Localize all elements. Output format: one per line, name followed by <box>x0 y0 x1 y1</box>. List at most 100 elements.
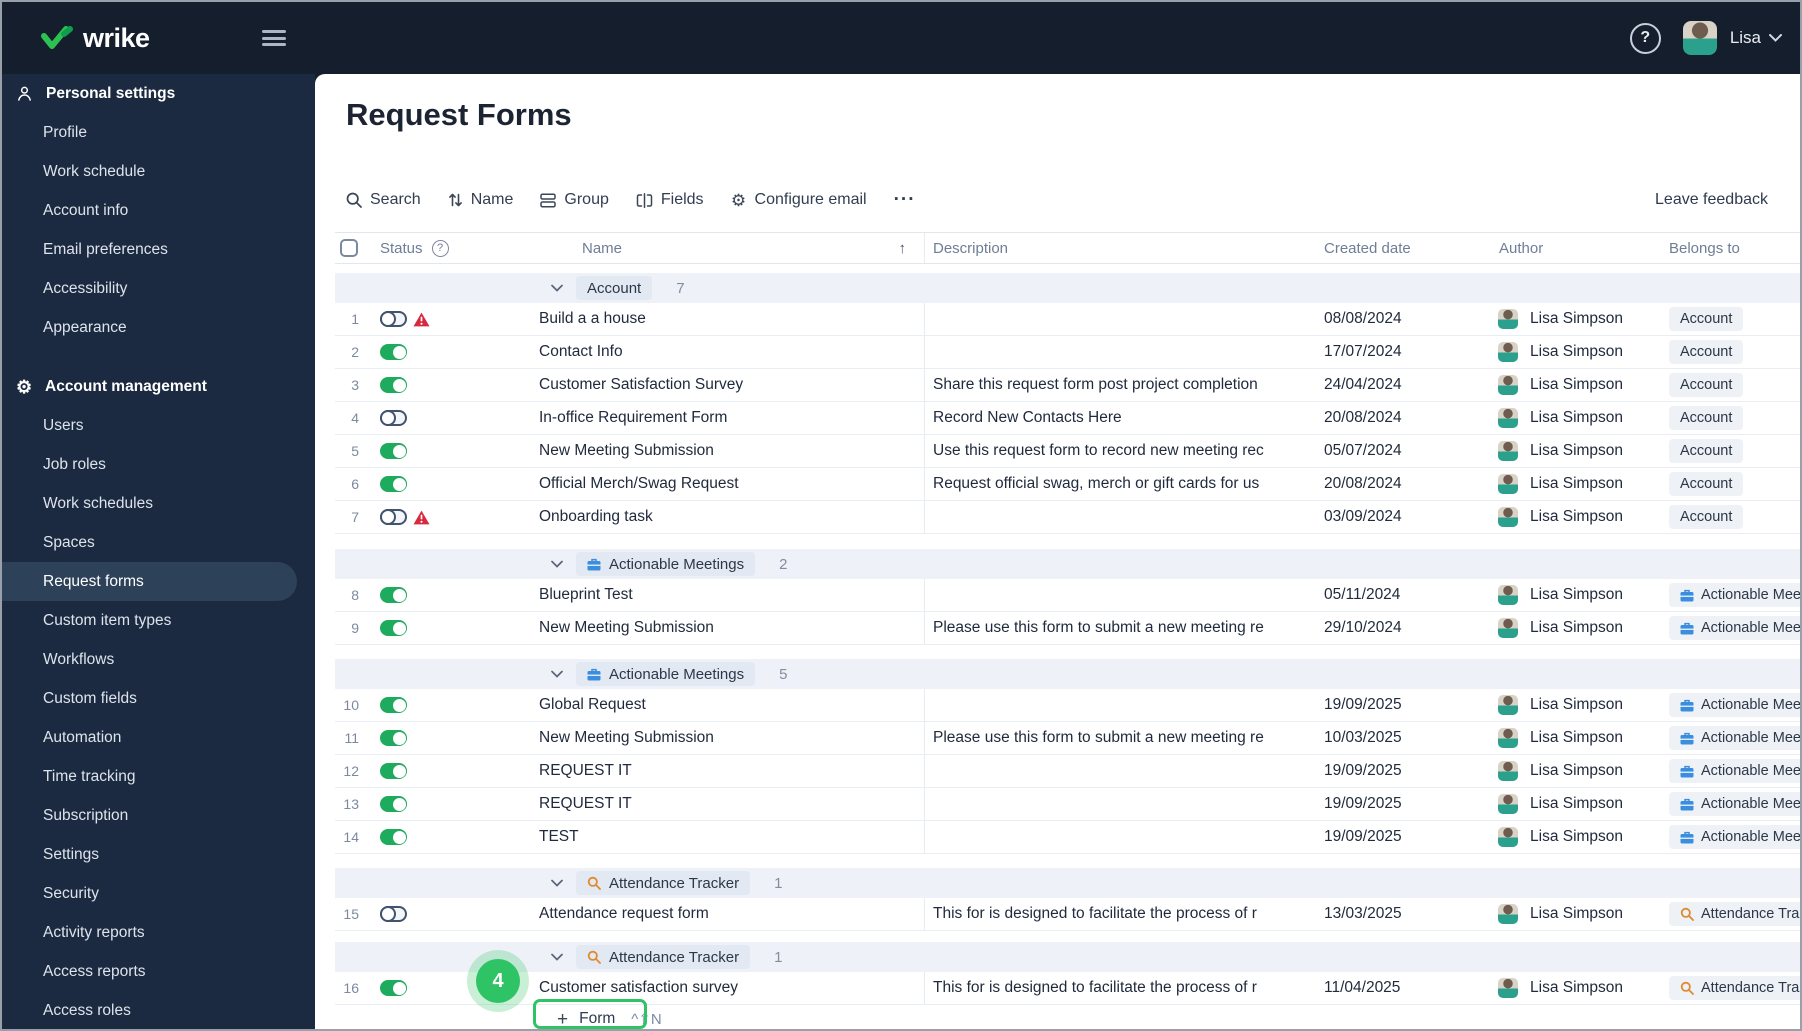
sidebar-item-work-schedules[interactable]: Work schedules <box>2 484 315 523</box>
form-name[interactable]: New Meeting Submission <box>529 442 924 460</box>
sidebar-item-custom-item-types[interactable]: Custom item types <box>2 601 315 640</box>
sidebar-item-users[interactable]: Users <box>2 406 315 445</box>
table-row[interactable]: 7 Onboarding task 03/09/2024 Lisa Simpson Ac… <box>335 501 1800 534</box>
sidebar-section-account-management[interactable]: ⚙ Account management <box>2 367 315 406</box>
chevron-down-icon[interactable] <box>1769 34 1782 42</box>
more-options-button[interactable]: ··· <box>894 189 916 211</box>
column-header-name[interactable]: Name ↑ <box>529 233 924 263</box>
sidebar-item-account-info[interactable]: Account info <box>2 191 315 230</box>
sidebar-item-accessibility[interactable]: Accessibility <box>2 269 315 308</box>
form-name[interactable]: Blueprint Test <box>529 586 924 604</box>
form-name[interactable]: Customer Satisfaction Survey <box>529 376 924 394</box>
group-header[interactable]: Attendance Tracker 1 <box>335 868 1800 898</box>
form-name[interactable]: Build a a house <box>529 310 924 328</box>
status-toggle[interactable] <box>380 509 407 525</box>
status-toggle[interactable] <box>380 796 407 812</box>
column-header-author[interactable]: Author <box>1489 240 1659 257</box>
group-pill[interactable]: Attendance Tracker <box>576 945 751 969</box>
status-toggle[interactable] <box>380 476 407 492</box>
table-row[interactable]: 12 REQUEST IT 19/09/2025 Lisa Simpson Action… <box>335 755 1800 788</box>
table-row[interactable]: 15 Attendance request form This for is des… <box>335 898 1800 931</box>
status-help-icon[interactable]: ? <box>431 239 449 257</box>
sidebar-item-spaces[interactable]: Spaces <box>2 523 315 562</box>
wrike-logo[interactable]: wrike <box>40 23 150 54</box>
status-toggle[interactable] <box>380 311 407 327</box>
form-name[interactable]: REQUEST IT <box>529 795 924 813</box>
chevron-down-icon[interactable] <box>551 284 563 292</box>
group-header[interactable]: Actionable Meetings 2 <box>335 549 1800 579</box>
table-row[interactable]: 2 Contact Info 17/07/2024 Lisa Simpson Accou… <box>335 336 1800 369</box>
help-icon[interactable]: ? <box>1629 22 1661 54</box>
add-form-button[interactable]: Form <box>579 1010 615 1028</box>
sidebar-item-appearance[interactable]: Appearance <box>2 308 315 347</box>
status-toggle[interactable] <box>380 587 407 603</box>
column-header-created-date[interactable]: Created date <box>1314 240 1489 257</box>
hamburger-menu-icon[interactable] <box>261 30 286 46</box>
table-row[interactable]: 5 New Meeting Submission Use this request … <box>335 435 1800 468</box>
leave-feedback-link[interactable]: Leave feedback <box>1655 191 1768 209</box>
table-row[interactable]: 8 Blueprint Test 05/11/2024 Lisa Simpson Act… <box>335 579 1800 612</box>
form-name[interactable]: Onboarding task <box>529 508 924 526</box>
sidebar-item-email-preferences[interactable]: Email preferences <box>2 230 315 269</box>
sidebar-item-time-tracking[interactable]: Time tracking <box>2 757 315 796</box>
status-toggle[interactable] <box>380 620 407 636</box>
table-row[interactable]: 6 Official Merch/Swag Request Request offi… <box>335 468 1800 501</box>
search-button[interactable]: Search <box>346 191 421 209</box>
group-pill[interactable]: Actionable Meetings <box>576 662 756 686</box>
table-row[interactable]: 14 TEST 19/09/2025 Lisa Simpson Actionable M… <box>335 821 1800 854</box>
status-toggle[interactable] <box>380 730 407 746</box>
sort-ascending-icon[interactable]: ↑ <box>899 240 907 257</box>
form-name[interactable]: Customer satisfaction survey <box>529 979 924 997</box>
sidebar-item-custom-fields[interactable]: Custom fields <box>2 679 315 718</box>
sidebar-item-job-roles[interactable]: Job roles <box>2 445 315 484</box>
sidebar-item-profile[interactable]: Profile <box>2 113 315 152</box>
sort-button[interactable]: Name <box>448 191 513 209</box>
configure-email-button[interactable]: ⚙ Configure email <box>731 191 867 209</box>
chevron-down-icon[interactable] <box>551 670 563 678</box>
sidebar-item-access-roles[interactable]: Access roles <box>2 991 315 1029</box>
avatar[interactable] <box>1682 21 1717 55</box>
group-button[interactable]: Group <box>540 191 609 209</box>
group-pill[interactable]: Attendance Tracker <box>576 871 751 895</box>
form-name[interactable]: In-office Requirement Form <box>529 409 924 427</box>
sidebar-item-work-schedule[interactable]: Work schedule <box>2 152 315 191</box>
sidebar-item-automation[interactable]: Automation <box>2 718 315 757</box>
table-row[interactable]: 9 New Meeting Submission Please use this f… <box>335 612 1800 645</box>
status-toggle[interactable] <box>380 410 407 426</box>
table-row[interactable]: 13 REQUEST IT 19/09/2025 Lisa Simpson Action… <box>335 788 1800 821</box>
chevron-down-icon[interactable] <box>551 879 563 887</box>
status-toggle[interactable] <box>380 906 407 922</box>
form-name[interactable]: TEST <box>529 828 924 846</box>
column-header-status[interactable]: Status ? <box>370 239 529 257</box>
table-row[interactable]: 3 Customer Satisfaction Survey Share this … <box>335 369 1800 402</box>
fields-button[interactable]: Fields <box>636 191 704 209</box>
status-toggle[interactable] <box>380 697 407 713</box>
form-name[interactable]: Contact Info <box>529 343 924 361</box>
user-name[interactable]: Lisa <box>1730 28 1761 48</box>
group-pill[interactable]: Actionable Meetings <box>576 552 756 576</box>
group-header[interactable]: Attendance Tracker 1 <box>335 942 1800 972</box>
table-row[interactable]: 11 New Meeting Submission Please use this … <box>335 722 1800 755</box>
sidebar-item-request-forms[interactable]: Request forms <box>2 562 297 601</box>
chevron-down-icon[interactable] <box>551 560 563 568</box>
group-pill[interactable]: Account <box>576 276 653 300</box>
column-header-belongs-to[interactable]: Belongs to <box>1659 240 1800 257</box>
form-name[interactable]: Global Request <box>529 696 924 714</box>
table-row[interactable]: 16 Customer satisfaction survey This for i… <box>335 972 1800 1005</box>
form-name[interactable]: Attendance request form <box>529 905 924 923</box>
sidebar-item-settings[interactable]: Settings <box>2 835 315 874</box>
add-form-row[interactable]: + Form ^⇧N <box>335 1005 1800 1029</box>
group-header[interactable]: Account 7 <box>335 273 1800 303</box>
table-row[interactable]: 1 Build a a house 08/08/2024 Lisa Simpson Ac… <box>335 303 1800 336</box>
status-toggle[interactable] <box>380 829 407 845</box>
table-row[interactable]: 10 Global Request 19/09/2025 Lisa Simpson Ac… <box>335 689 1800 722</box>
form-name[interactable]: New Meeting Submission <box>529 729 924 747</box>
status-toggle[interactable] <box>380 443 407 459</box>
status-toggle[interactable] <box>380 980 407 996</box>
sidebar-item-workflows[interactable]: Workflows <box>2 640 315 679</box>
form-name[interactable]: New Meeting Submission <box>529 619 924 637</box>
sidebar-item-activity-reports[interactable]: Activity reports <box>2 913 315 952</box>
status-toggle[interactable] <box>380 377 407 393</box>
sidebar-section-personal-settings[interactable]: Personal settings <box>2 74 315 113</box>
form-name[interactable]: Official Merch/Swag Request <box>529 475 924 493</box>
